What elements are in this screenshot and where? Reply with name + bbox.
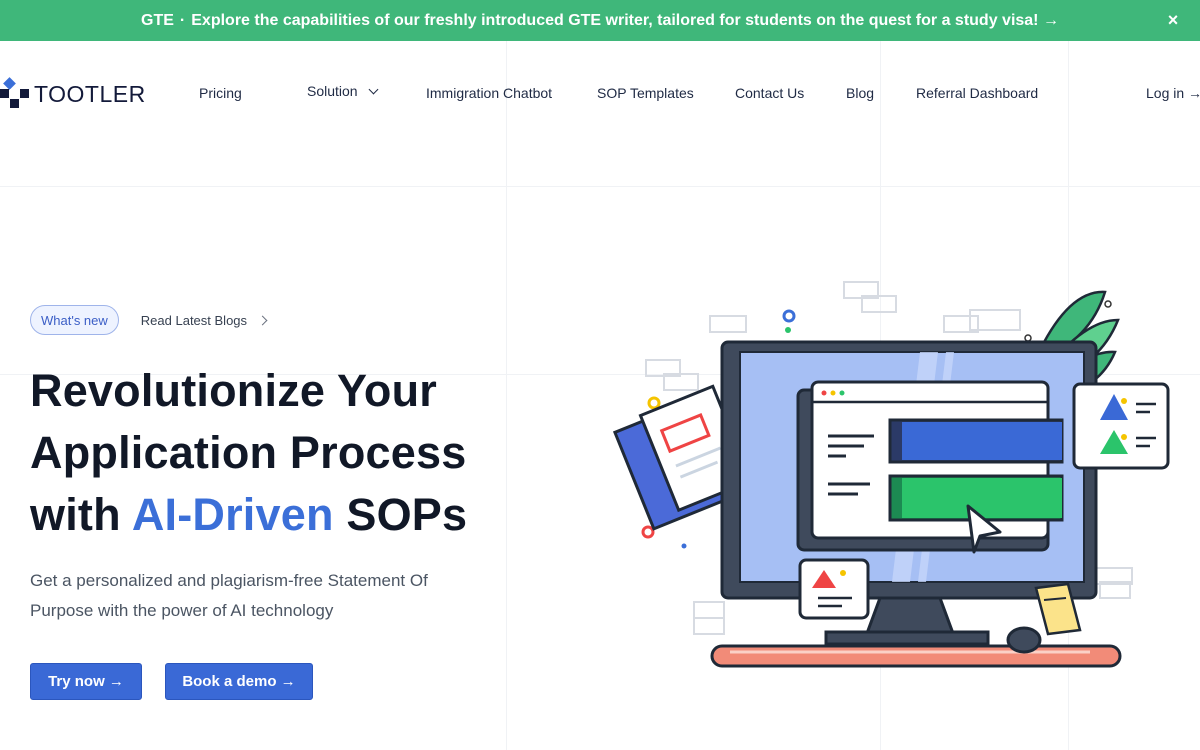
nav-pricing[interactable]: Pricing (199, 85, 242, 101)
book-demo-button[interactable]: Book a demo → (165, 663, 313, 700)
chevron-down-icon (368, 84, 379, 95)
logo-text: TOOTLER (34, 80, 146, 107)
nav-solution-label: Solution (307, 83, 358, 99)
hero-subtext: Get a personalized and plagiarism-free S… (30, 571, 428, 620)
close-icon[interactable]: × (1162, 9, 1184, 31)
announcement-bar[interactable]: GTE · Explore the capabilities of our fr… (0, 0, 1200, 41)
headline-accent: AI-Driven (131, 489, 334, 540)
headline-line-2: Application Process (30, 427, 467, 478)
nav-solution[interactable]: Solution (307, 83, 379, 99)
headline-line-3a: with (30, 489, 132, 540)
hero-headline: Revolutionize Your Application Process w… (30, 360, 570, 546)
nav-referral-dashboard[interactable]: Referral Dashboard (916, 85, 1038, 101)
try-now-button[interactable]: Try now → (30, 663, 142, 700)
announcement-tag: GTE (141, 11, 174, 29)
read-latest-blogs-label: Read Latest Blogs (140, 312, 248, 328)
read-latest-blogs-link[interactable]: Read Latest Blogs (140, 312, 268, 328)
nav-contact-us[interactable]: Contact Us (735, 85, 804, 101)
bg-grid-line (0, 186, 1200, 187)
login-link[interactable]: Log in → (1146, 85, 1200, 101)
announcement-text[interactable]: Explore the capabilities of our freshly … (191, 12, 1059, 30)
nav-sop-templates[interactable]: SOP Templates (597, 85, 694, 101)
nav-immigration-chatbot[interactable]: Immigration Chatbot (426, 85, 552, 101)
whats-new-pill[interactable]: What's new (30, 305, 119, 335)
nav-blog[interactable]: Blog (846, 85, 874, 101)
headline-line-3c: SOPs (333, 489, 468, 540)
chevron-right-icon (257, 315, 268, 325)
headline-line-1: Revolutionize Your (30, 365, 437, 416)
hero-illustration (612, 281, 1170, 668)
logo-mark-icon (0, 77, 30, 109)
announcement-separator: · (179, 11, 186, 29)
logo[interactable]: TOOTLER (0, 77, 146, 109)
site-header: TOOTLER Pricing Solution Immigration Cha… (0, 41, 1200, 149)
whats-new-row: What's new Read Latest Blogs (30, 305, 268, 335)
